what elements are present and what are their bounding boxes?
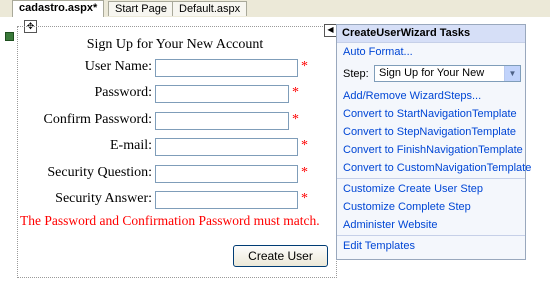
security-answer-label: Security Answer: [55, 191, 152, 206]
confirm-password-required-mark: * [292, 112, 299, 127]
password-mismatch-error: The Password and Confirmation Password m… [20, 213, 320, 228]
email-label: E-mail: [110, 138, 152, 153]
email-input[interactable] [155, 138, 298, 156]
panel-header: CreateUserWizard Tasks [337, 25, 525, 43]
convert-step-navigation-link[interactable]: Convert to StepNavigationTemplate [337, 123, 525, 141]
customize-complete-step-link[interactable]: Customize Complete Step [337, 198, 525, 216]
createuserwizard-tasks-panel: CreateUserWizard Tasks Auto Format... St… [336, 24, 531, 260]
panel-separator [337, 235, 525, 236]
panel-separator [337, 178, 525, 179]
step-label: Step: [343, 68, 369, 80]
tab-default[interactable]: Default.aspx [172, 1, 248, 16]
security-question-input[interactable] [155, 165, 298, 183]
security-answer-required-mark: * [301, 191, 308, 206]
edit-templates-link[interactable]: Edit Templates [337, 237, 525, 255]
email-required-mark: * [301, 138, 308, 153]
convert-custom-navigation-link[interactable]: Convert to CustomNavigationTemplate [337, 159, 531, 177]
convert-start-navigation-link[interactable]: Convert to StartNavigationTemplate [337, 105, 525, 123]
username-label: User Name: [84, 59, 152, 74]
step-dropdown[interactable]: Sign Up for Your New ▼ [374, 65, 521, 82]
administer-website-link[interactable]: Administer Website [337, 216, 525, 234]
password-input[interactable] [155, 85, 289, 103]
username-input[interactable] [155, 59, 298, 77]
password-label: Password: [94, 85, 152, 100]
chevron-down-icon[interactable]: ▼ [504, 66, 520, 81]
control-marker-icon [5, 32, 14, 41]
form-title: Sign Up for Your New Account [86, 37, 264, 52]
tab-start-page[interactable]: Start Page [108, 1, 174, 16]
security-answer-input[interactable] [155, 191, 298, 209]
add-remove-wizardsteps-link[interactable]: Add/Remove WizardSteps... [337, 87, 525, 105]
document-tab-strip: cadastro.aspx* Start Page Default.aspx [0, 0, 550, 18]
security-question-required-mark: * [301, 165, 308, 180]
security-question-label: Security Question: [47, 165, 152, 180]
convert-finish-navigation-link[interactable]: Convert to FinishNavigationTemplate [337, 141, 525, 159]
create-user-button[interactable]: Create User [233, 245, 328, 267]
step-dropdown-value: Sign Up for Your New [379, 67, 485, 79]
customize-create-user-step-link[interactable]: Customize Create User Step [337, 180, 525, 198]
confirm-password-label: Confirm Password: [43, 112, 153, 127]
username-required-mark: * [301, 59, 308, 74]
confirm-password-input[interactable] [155, 112, 289, 130]
tab-cadastro[interactable]: cadastro.aspx* [12, 0, 105, 17]
password-required-mark: * [292, 85, 299, 100]
auto-format-link[interactable]: Auto Format... [337, 43, 525, 61]
step-row: Step: Sign Up for Your New ▼ [337, 61, 525, 87]
